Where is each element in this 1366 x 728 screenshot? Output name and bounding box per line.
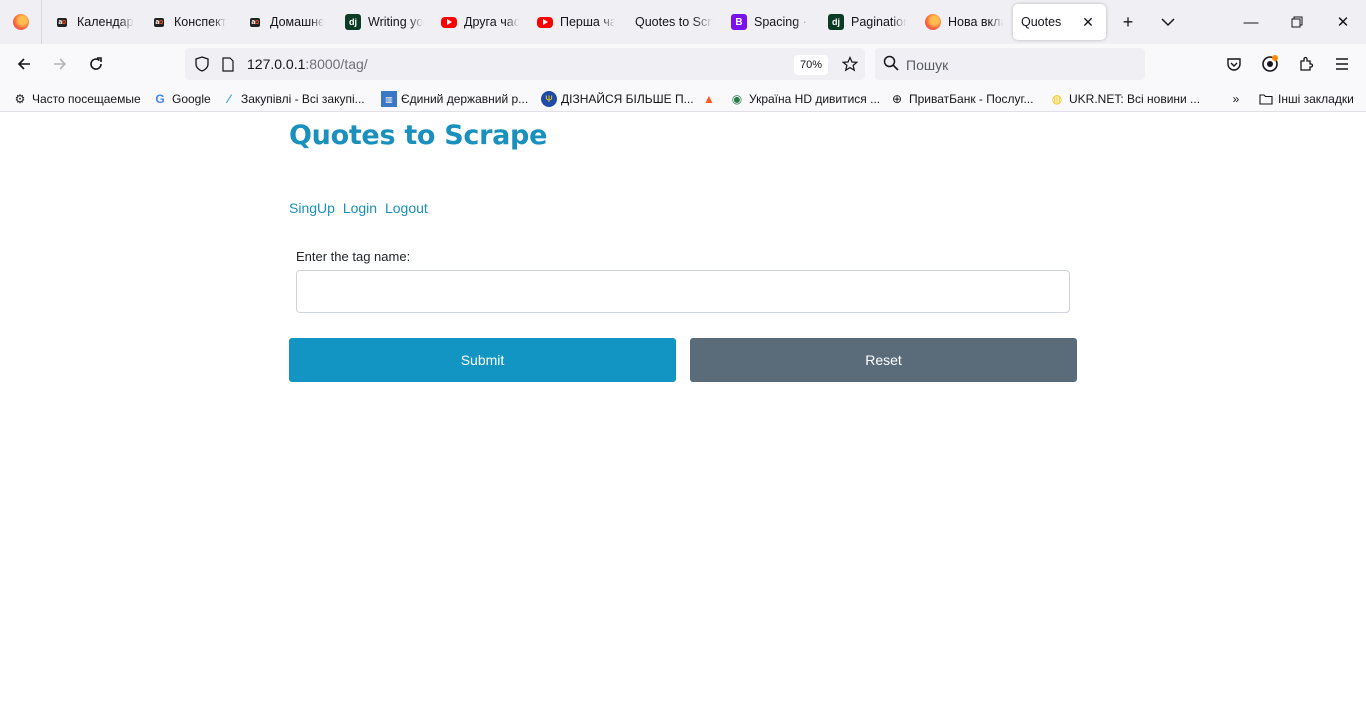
hamburger-icon xyxy=(1336,58,1348,70)
registry-icon: ▥ xyxy=(381,91,397,107)
tab-youtube-1[interactable]: Перша час xyxy=(537,4,615,40)
close-icon[interactable]: ✕ xyxy=(1078,12,1098,32)
auth-links: SingUp Login Logout xyxy=(289,200,432,216)
prozorro-icon: ⁄ xyxy=(227,92,230,106)
zoom-level-button[interactable]: 70% xyxy=(794,55,829,75)
signup-link[interactable]: SingUp xyxy=(289,200,335,216)
tab-spacing[interactable]: BSpacing · B xyxy=(731,4,809,40)
bookmark-ukrnet[interactable]: ◍ UKR.NET: Всі новини ... xyxy=(1049,89,1200,109)
search-bar[interactable]: Пошук xyxy=(875,48,1145,80)
puzzle-icon xyxy=(1300,56,1314,71)
django-icon: dj xyxy=(828,14,844,30)
account-button[interactable] xyxy=(1254,48,1286,80)
bookmarks-toolbar: ⚙ Часто посещаемые G Google ⁄ Закупівлі - В… xyxy=(0,85,1366,112)
google-icon: G xyxy=(155,92,165,106)
restore-icon xyxy=(1291,16,1303,28)
tab-homework[interactable]: ao Домашнє xyxy=(247,4,325,40)
eye-icon: ◉ xyxy=(731,92,743,106)
reset-button[interactable]: Reset xyxy=(690,338,1077,382)
url-text: 127.0.0.1:8000/tag/ xyxy=(247,56,368,72)
login-link[interactable]: Login xyxy=(343,200,377,216)
globe-icon: ⊕ xyxy=(891,92,903,106)
firefox-icon xyxy=(12,14,29,30)
django-icon: dj xyxy=(345,14,361,30)
bookmark-google[interactable]: G Google xyxy=(152,89,210,109)
tab-youtube-2[interactable]: Друга час xyxy=(441,4,519,40)
bookmark-prozorro[interactable]: ⁄ Закупівлі - Всі закупі... xyxy=(221,89,365,109)
youtube-icon xyxy=(537,16,553,28)
youtube-icon xyxy=(441,16,457,28)
tab-pagination[interactable]: dj Pagination xyxy=(828,4,906,40)
tab-strip: ao Календар ao Конспект ao Домашнє dj Writin… xyxy=(0,0,1366,44)
search-placeholder: Пошук xyxy=(906,57,949,73)
restore-button[interactable] xyxy=(1274,0,1320,44)
bookmark-registry[interactable]: ▥ Єдиний державний р... xyxy=(381,89,528,109)
emblem-icon: Ψ xyxy=(541,91,557,107)
account-icon xyxy=(1262,55,1278,72)
tab-writing[interactable]: djWriting your xyxy=(345,4,423,40)
new-tab-button[interactable]: + xyxy=(1112,4,1144,40)
aotv-icon: ao xyxy=(57,17,67,27)
arrow-right-icon xyxy=(54,58,67,70)
pocket-button[interactable] xyxy=(1218,48,1250,80)
tag-name-label: Enter the tag name: xyxy=(296,249,411,264)
firefox-menu-button[interactable] xyxy=(0,0,42,44)
close-window-button[interactable]: ✕ xyxy=(1320,0,1366,44)
aotv-icon: ao xyxy=(154,17,164,27)
logout-link[interactable]: Logout xyxy=(385,200,428,216)
tab-new-tab[interactable]: Нова вкла xyxy=(925,4,1003,40)
plus-icon: + xyxy=(1122,11,1134,32)
list-all-tabs-button[interactable] xyxy=(1152,4,1184,40)
bookmark-star-icon[interactable] xyxy=(835,48,865,80)
folder-icon xyxy=(1258,91,1274,107)
bookmark-most-visited[interactable]: ⚙ Часто посещаемые xyxy=(12,89,141,109)
app-menu-button[interactable] xyxy=(1326,48,1358,80)
bookmark-diznaysia[interactable]: Ψ ДІЗНАЙСЯ БІЛЬШЕ П... xyxy=(541,89,694,109)
aotv-icon: ao xyxy=(250,17,260,27)
chevron-down-icon xyxy=(1161,18,1175,27)
tab-quotes-to-scrape[interactable]: Quotes to Scrape xyxy=(635,4,713,40)
pocket-icon xyxy=(1227,58,1241,71)
bookmark-privatbank[interactable]: ⊕ ПриватБанк - Послуг... xyxy=(889,89,1033,109)
tab-quotes-active[interactable]: Quotes ✕ xyxy=(1013,4,1106,40)
page-title[interactable]: Quotes to Scrape xyxy=(289,120,547,151)
back-button[interactable] xyxy=(8,48,40,80)
forward-button[interactable] xyxy=(44,48,76,80)
reload-button[interactable] xyxy=(80,48,112,80)
other-bookmarks[interactable]: Інші закладки xyxy=(1258,89,1354,109)
bootstrap-icon: B xyxy=(731,14,747,30)
submit-button[interactable]: Submit xyxy=(289,338,676,382)
address-bar[interactable]: 127.0.0.1:8000/tag/ 70% xyxy=(185,48,865,80)
bookmark-ukraine-hd[interactable]: ◉ Україна HD дивитися ... xyxy=(729,89,880,109)
bookmarks-overflow-button[interactable]: » xyxy=(1228,89,1248,109)
tab-calendar[interactable]: ao Календар xyxy=(54,4,139,40)
tab-konspekt[interactable]: ao Конспект xyxy=(151,4,236,40)
reload-icon xyxy=(90,57,102,70)
ukrnet-icon: ◍ xyxy=(1051,92,1063,106)
firefox-icon xyxy=(925,14,941,30)
bookmark-fox[interactable]: ▲ xyxy=(701,89,721,109)
page-icon[interactable] xyxy=(213,48,243,80)
navigation-toolbar: 127.0.0.1:8000/tag/ 70% Пошук xyxy=(0,44,1366,85)
minimize-icon: — xyxy=(1243,13,1259,31)
chevron-double-right-icon: » xyxy=(1232,92,1240,106)
search-icon xyxy=(883,55,899,71)
gear-icon: ⚙ xyxy=(14,92,26,106)
page-content: Quotes to Scrape SingUp Login Logout Ent… xyxy=(0,113,1366,728)
minimize-button[interactable]: — xyxy=(1228,0,1274,44)
tag-name-input[interactable] xyxy=(296,270,1070,313)
close-icon: ✕ xyxy=(1336,14,1350,31)
arrow-left-icon xyxy=(17,58,30,70)
fox-icon: ▲ xyxy=(703,92,715,106)
extensions-button[interactable] xyxy=(1290,48,1322,80)
